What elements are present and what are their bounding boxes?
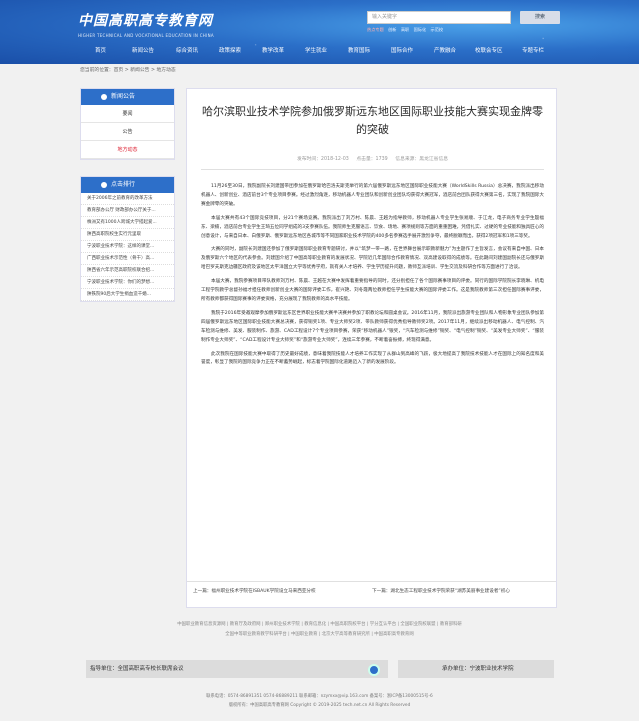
hot-word-link[interactable]: 高职 — [401, 27, 409, 32]
nav-item-employment[interactable]: 学生就业 — [305, 46, 327, 54]
sidebar-item-announcements[interactable]: 公告 — [81, 123, 174, 141]
rank-item[interactable]: 陕西省六年示范高职院校联合招... — [81, 265, 174, 277]
guidance-unit-text: 指导单位：全国高职高专校长联席会议 — [90, 666, 184, 672]
nav-item-alliance[interactable]: 校联会专区 — [475, 46, 503, 54]
rank-item[interactable]: 宁波职业技术学院：这样的课堂... — [81, 241, 174, 253]
sidebar-rank: 点击排行 关于2006年之前教育的改革方法 教育部办公厅 财政部办公厅关于...… — [80, 176, 175, 302]
nav-item-info[interactable]: 综合资讯 — [176, 46, 198, 54]
next-article-link[interactable]: 下一篇：湖北生态工程职业技术学院荣获“湖苏美丽事业建设者”初心 — [372, 588, 510, 594]
article-paragraph: 本届大赛共有43个国际竞技项目，分21个赛场竞赛。我院派出了刘万村、陈晨、王越为… — [201, 215, 544, 239]
article-title: 哈尔滨职业技术学院参加俄罗斯远东地区国际职业技能大赛实现金牌零的突破 — [202, 105, 543, 136]
nav-item-teaching[interactable]: 教学改革 — [262, 46, 284, 54]
footer-links-line[interactable]: 全国中等职业教育教学科研平台 | 中国职业教育 | 北京大学高等教育研究所 | … — [0, 630, 639, 640]
main-nav: 首页 新闻公告 综合资讯 政策探索 教学改革 学生就业 教育国际 国际合作 产教… — [0, 40, 639, 60]
rank-icon — [101, 182, 107, 188]
hot-word-link[interactable]: 创新 — [388, 27, 396, 32]
logo-english: HIGHER TECHNICAL AND VOCATIONAL EDUCATIO… — [78, 33, 214, 38]
rank-item[interactable]: 陕铁院90后大学生捐血造千婚... — [81, 289, 174, 301]
sidebar-news-title-text: 新闻公告 — [111, 93, 136, 100]
article-meta: 发布时间：2018-12-03 点击量：1739 信息来源：黑龙江省信息 — [187, 155, 558, 162]
hot-word-link[interactable]: 国际化 — [414, 27, 427, 32]
rank-item[interactable]: 陕西高职院校生实行元里取 — [81, 229, 174, 241]
breadcrumb: 您当前的位置：首页 > 新闻公告 > 地方动态 — [80, 68, 176, 73]
article-source: 信息来源：黑龙江省信息 — [395, 157, 449, 162]
hot-words-label: 热点专题 — [367, 27, 384, 32]
article-clicks: 点击量：1739 — [356, 157, 388, 162]
alliance-logo — [368, 664, 380, 676]
article-paragraph: 我院于2016年受邀观摩参加俄罗斯远东区世界职业技能大赛半决赛并参加了职教论坛和… — [201, 310, 544, 343]
article-paragraph: 11月26至30日，我院副院长刘建国带团参加在俄罗斯哈巴洛夫斯克举行的第六届俄罗… — [201, 184, 544, 207]
prev-article-link[interactable]: 上一篇：福州职业技术学院在ISBAUK学院设立马来西亚分校 — [193, 588, 316, 594]
article-body: 11月26至30日，我院副院长刘建国带团参加在俄罗斯哈巴洛夫斯克举行的第六届俄罗… — [201, 183, 544, 373]
sidebar-item-local-news[interactable]: 地方动态 — [81, 141, 174, 159]
guidance-unit: 指导单位：全国高职高专校长联席会议 — [86, 660, 388, 678]
article-paragraph: 此次我院在国际技能大赛中取得了历史最好成绩，意味着我院技能人才培养工作实现了从群… — [201, 351, 544, 366]
rank-item[interactable]: 株洲又有1000人跨城大学搭起爱... — [81, 217, 174, 229]
footer-info: 联系电话：0574-86891351 0574-86889211 联系邮箱：nz… — [0, 692, 639, 710]
rank-item[interactable]: 关于2006年之前教育的改革方法 — [81, 193, 174, 205]
site-header: 中国高职高专教育网 HIGHER TECHNICAL AND VOCATIONA… — [0, 0, 639, 64]
footer-contact: 联系电话：0574-86891351 0574-86889211 联系邮箱：nz… — [206, 694, 433, 699]
rank-item[interactable]: 宁波职业技术学院：你们的梦想... — [81, 277, 174, 289]
article-paragraph: 本届大赛，我院参赛项目带队教师刘万村、陈晨、王越在大赛中发挥着重要指导的同时，还… — [201, 279, 544, 302]
nav-item-cooperation[interactable]: 国际合作 — [391, 46, 413, 54]
sidebar-news: 新闻公告 要闻 公告 地方动态 — [80, 88, 175, 160]
footer-copyright: 版权所有：中国高职高专教育网 Copyright © 2019-2025 tec… — [228, 703, 411, 708]
nav-item-special[interactable]: 专题专栏 — [522, 46, 544, 54]
sidebar-news-title: 新闻公告 — [81, 89, 174, 105]
article-date: 发布时间：2018-12-03 — [296, 157, 349, 162]
host-unit-text: 承办单位：宁波职业技术学院 — [442, 666, 514, 672]
search-button[interactable]: 搜索 — [520, 11, 560, 24]
sidebar-rank-title-text: 点击排行 — [111, 181, 136, 188]
rank-item[interactable]: 广西职业技术示范性（骨干）高... — [81, 253, 174, 265]
sidebar-item-headlines[interactable]: 要闻 — [81, 105, 174, 123]
search-input[interactable]: 输入关键字 — [367, 11, 511, 24]
divider — [201, 169, 544, 170]
article-pager: 上一篇：福州职业技术学院在ISBAUK学院设立马来西亚分校 下一篇：湖北生态工程… — [187, 581, 556, 594]
hot-words: 热点专题 创新 高职 国际化 示范校 — [367, 27, 446, 33]
footer-links: 中国职业教育信息资源网 | 教育厅及政府网 | 郑州职业技术学院 | 教育信息化… — [0, 620, 639, 640]
nav-item-policy[interactable]: 政策探索 — [219, 46, 241, 54]
site-logo[interactable]: 中国高职高专教育网 HIGHER TECHNICAL AND VOCATIONA… — [78, 10, 214, 38]
host-unit: 承办单位：宁波职业技术学院 — [398, 660, 554, 678]
article-panel: 哈尔滨职业技术学院参加俄罗斯远东地区国际职业技能大赛实现金牌零的突破 发布时间：… — [186, 88, 557, 608]
rank-item[interactable]: 教育部办公厅 财政部办公厅关于... — [81, 205, 174, 217]
logo-chinese: 中国高职高专教育网 — [78, 13, 213, 29]
nav-item-home[interactable]: 首页 — [95, 46, 106, 54]
nav-item-news[interactable]: 新闻公告 — [132, 46, 154, 54]
nav-item-industry[interactable]: 产教融合 — [434, 46, 456, 54]
hot-word-link[interactable]: 示范校 — [431, 27, 444, 32]
nav-item-education[interactable]: 教育国际 — [348, 46, 370, 54]
footer-links-line[interactable]: 中国职业教育信息资源网 | 教育厅及政府网 | 郑州职业技术学院 | 教育信息化… — [0, 620, 639, 630]
article-paragraph: 大赛的同时，副院长刘建国还参加了俄罗斯国际职业教育专题研讨，并以“筑梦一带一路，… — [201, 247, 544, 271]
news-icon — [101, 94, 107, 100]
sidebar-rank-title: 点击排行 — [81, 177, 174, 193]
